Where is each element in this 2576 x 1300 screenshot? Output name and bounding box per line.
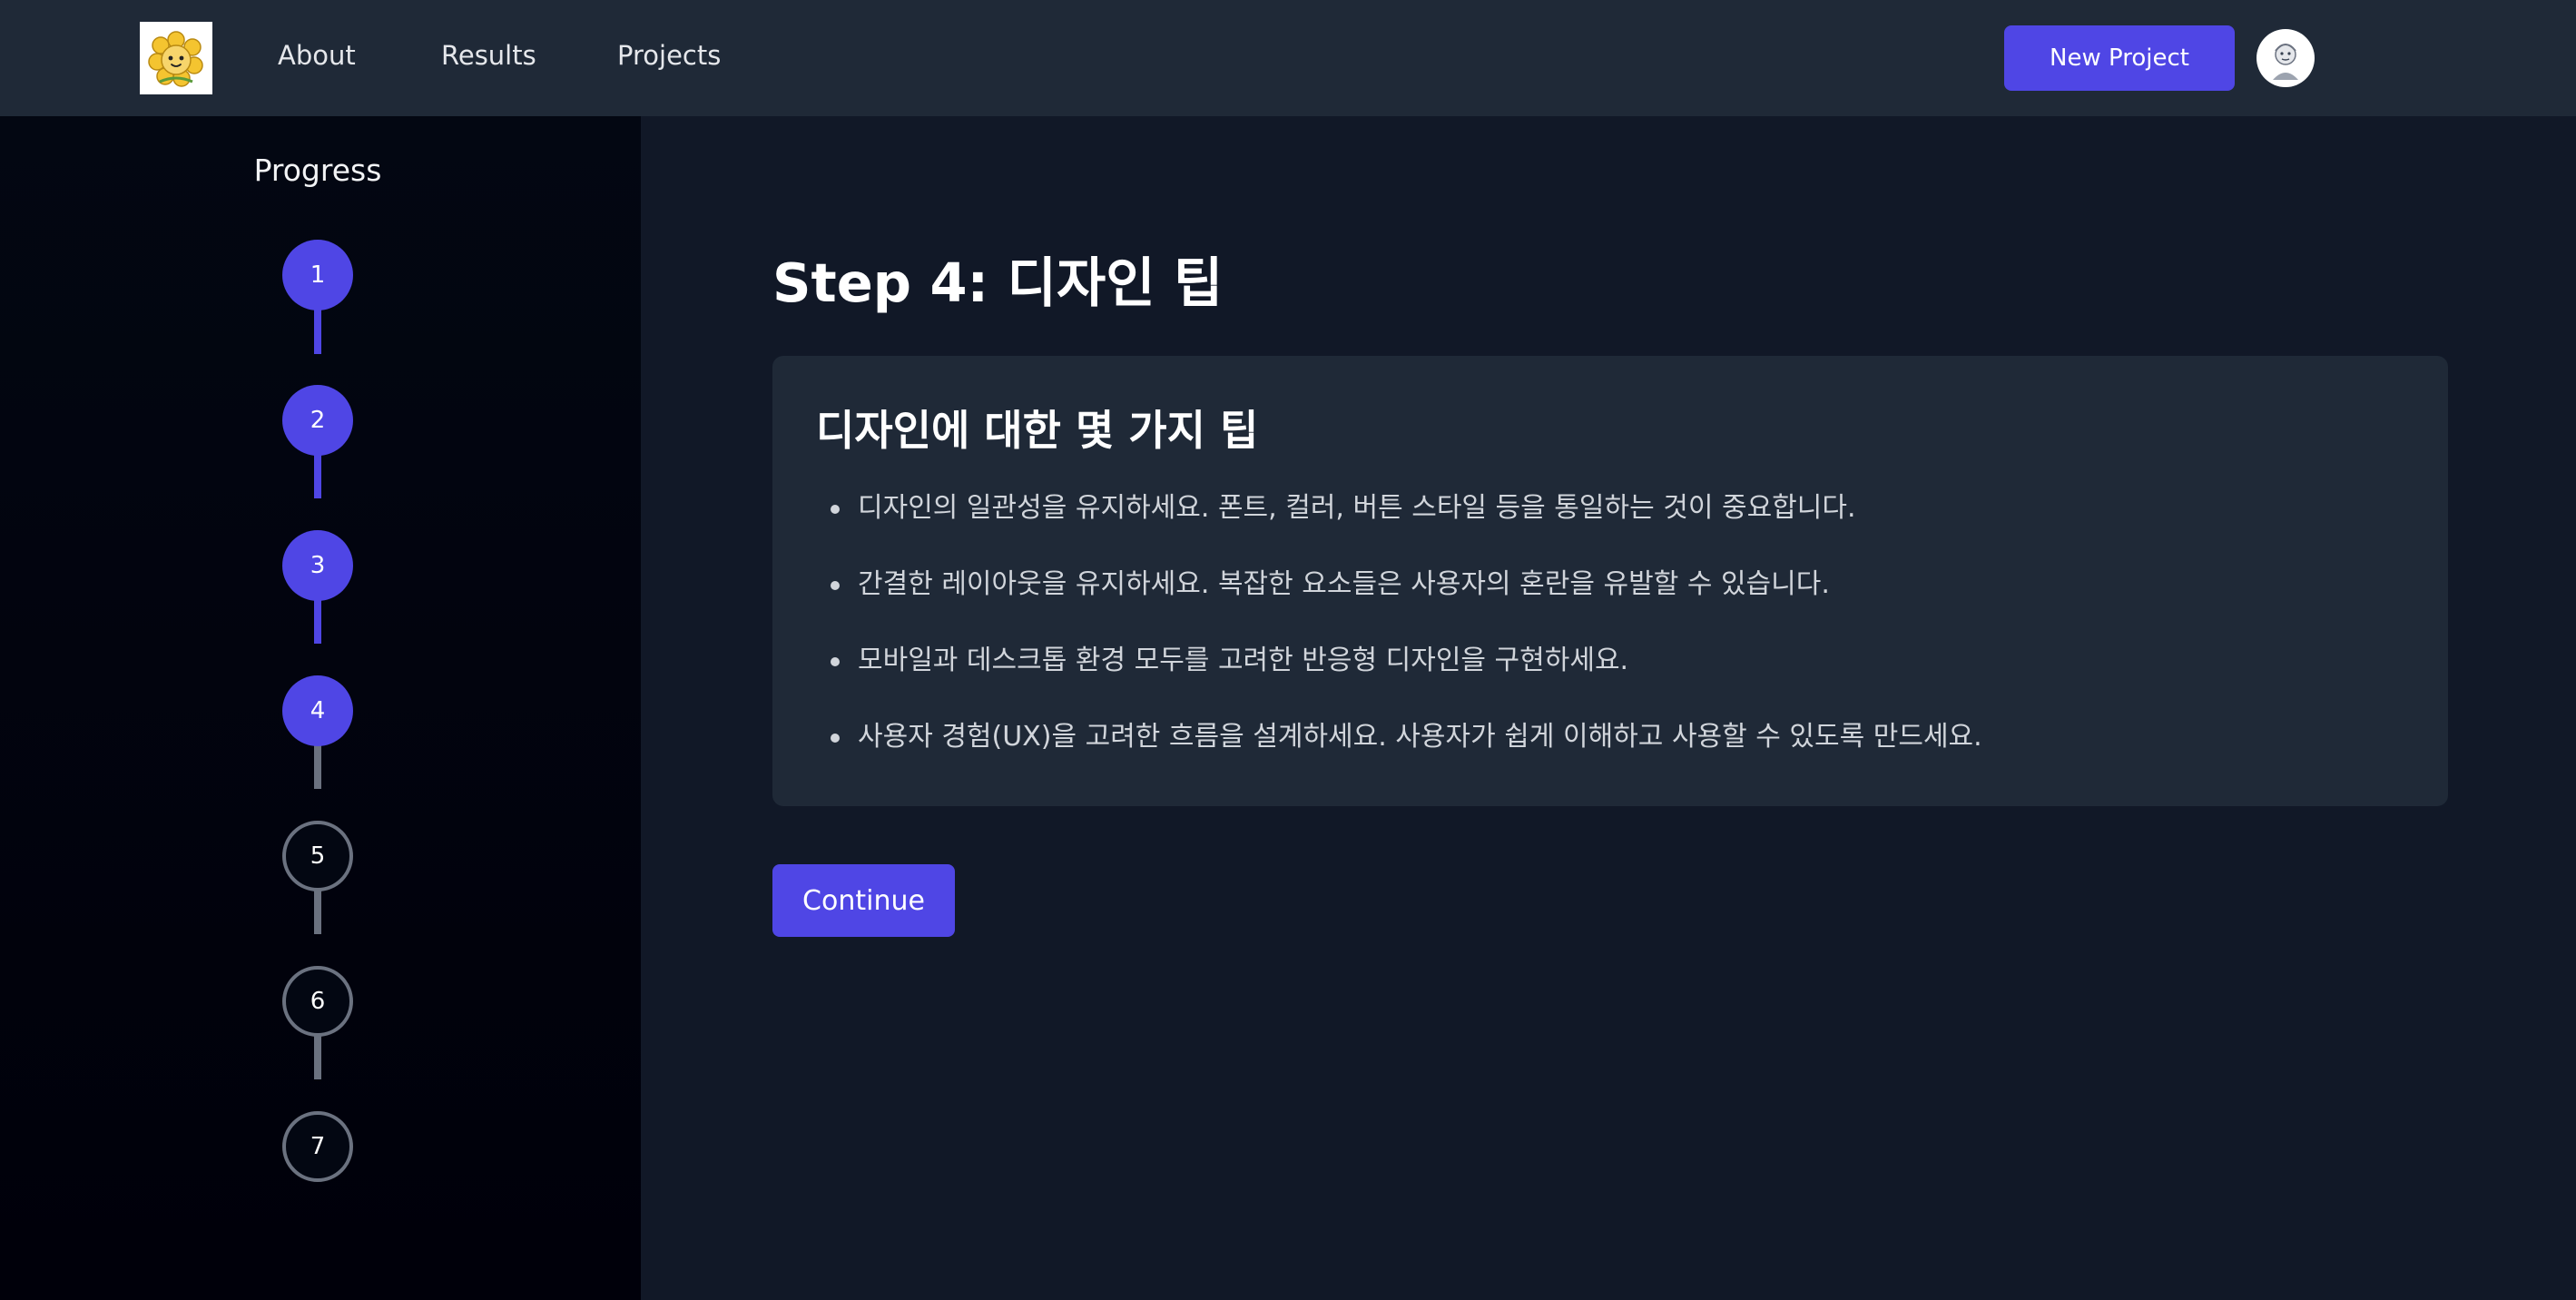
tips-list: 디자인의 일관성을 유지하세요. 폰트, 컬러, 버튼 스타일 등을 통일하는 … xyxy=(814,492,1982,797)
bullet-icon xyxy=(831,734,840,743)
top-navbar: About Results Projects New Project xyxy=(0,0,2576,116)
list-item: 간결한 레이아웃을 유지하세요. 복잡한 요소들은 사용자의 혼란을 유발할 수… xyxy=(814,568,1982,645)
bullet-icon xyxy=(831,581,840,590)
nav-link-about[interactable]: About xyxy=(278,0,356,110)
tip-text: 디자인의 일관성을 유지하세요. 폰트, 컬러, 버튼 스타일 등을 통일하는 … xyxy=(858,492,1856,524)
progress-step-5[interactable]: 5 xyxy=(282,821,353,891)
progress-step-3[interactable]: 3 xyxy=(282,530,353,601)
progress-step-2[interactable]: 2 xyxy=(282,385,353,456)
progress-step-1[interactable]: 1 xyxy=(282,240,353,310)
nav-link-results[interactable]: Results xyxy=(441,0,536,110)
bullet-icon xyxy=(831,505,840,514)
list-item: 사용자 경험(UX)을 고려한 흐름을 설계하세요. 사용자가 쉽게 이해하고 … xyxy=(814,721,1982,797)
page-title: Step 4: 디자인 팁 xyxy=(772,251,1224,314)
tip-text: 간결한 레이아웃을 유지하세요. 복잡한 요소들은 사용자의 혼란을 유발할 수… xyxy=(858,568,1830,600)
list-item: 디자인의 일관성을 유지하세요. 폰트, 컬러, 버튼 스타일 등을 통일하는 … xyxy=(814,492,1982,568)
progress-sidebar: Progress 1 2 3 4 5 6 7 xyxy=(0,116,641,1300)
tip-text: 사용자 경험(UX)을 고려한 흐름을 설계하세요. 사용자가 쉽게 이해하고 … xyxy=(858,721,1982,753)
main-content: Step 4: 디자인 팁 디자인에 대한 몇 가지 팁 디자인의 일관성을 유… xyxy=(641,116,2576,1300)
bullet-icon xyxy=(831,657,840,666)
progress-step-7[interactable]: 7 xyxy=(282,1111,353,1182)
new-project-button[interactable]: New Project xyxy=(2004,25,2235,91)
nav-link-projects[interactable]: Projects xyxy=(617,0,721,110)
continue-button[interactable]: Continue xyxy=(772,864,955,937)
tips-card: 디자인에 대한 몇 가지 팁 디자인의 일관성을 유지하세요. 폰트, 컬러, … xyxy=(772,356,2448,806)
progress-step-6[interactable]: 6 xyxy=(282,966,353,1037)
progress-title: Progress xyxy=(253,153,382,188)
list-item: 모바일과 데스크톱 환경 모두를 고려한 반응형 디자인을 구현하세요. xyxy=(814,645,1982,721)
tip-text: 모바일과 데스크톱 환경 모두를 고려한 반응형 디자인을 구현하세요. xyxy=(858,645,1629,676)
progress-step-4[interactable]: 4 xyxy=(282,675,353,746)
flower-logo-icon[interactable] xyxy=(140,22,212,94)
tips-card-title: 디자인에 대한 몇 가지 팁 xyxy=(816,406,1259,455)
user-avatar-icon[interactable] xyxy=(2256,29,2315,87)
